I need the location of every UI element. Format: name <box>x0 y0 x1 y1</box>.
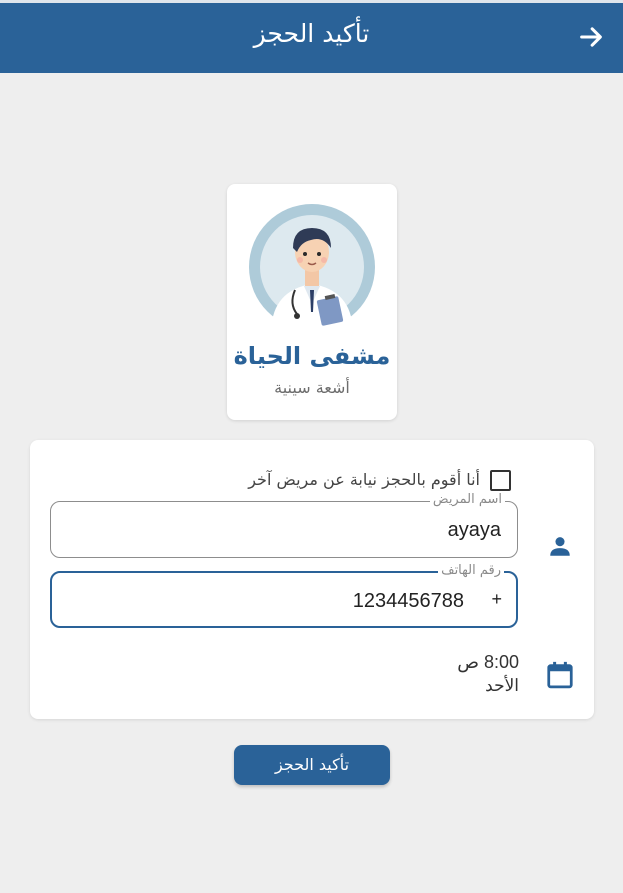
app-bar: تأكيد الحجز <box>0 0 623 73</box>
phone-field[interactable]: رقم الهاتف + <box>50 563 518 628</box>
person-icon <box>550 537 570 556</box>
appointment-day: الأحد <box>485 676 519 695</box>
patient-name-input[interactable] <box>65 516 503 544</box>
booking-form-card: أنا أقوم بالحجز نيابة عن مريض آخر اسم ال… <box>30 440 594 719</box>
doctor-illustration <box>249 204 375 330</box>
hospital-name: مشفى الحياة <box>233 342 391 370</box>
patient-name-label: اسم المريض <box>429 492 505 507</box>
on-behalf-label: أنا أقوم بالحجز نيابة عن مريض آخر <box>248 470 480 489</box>
hospital-specialty: أشعة سينية <box>274 378 350 397</box>
on-behalf-checkbox[interactable] <box>490 470 511 491</box>
calendar-icon[interactable] <box>545 660 575 690</box>
phone-input[interactable] <box>66 587 466 615</box>
confirm-booking-button[interactable]: تأكيد الحجز <box>234 745 390 785</box>
phone-prefix: + <box>491 589 502 609</box>
appointment-time: 8:00 ص <box>457 652 519 672</box>
page-title: تأكيد الحجز <box>253 19 370 48</box>
phone-label: رقم الهاتف <box>438 563 504 578</box>
patient-name-field[interactable]: اسم المريض <box>50 492 518 558</box>
arrow-right-icon[interactable] <box>577 23 605 51</box>
hospital-card: مشفى الحياة أشعة سينية <box>227 184 397 420</box>
